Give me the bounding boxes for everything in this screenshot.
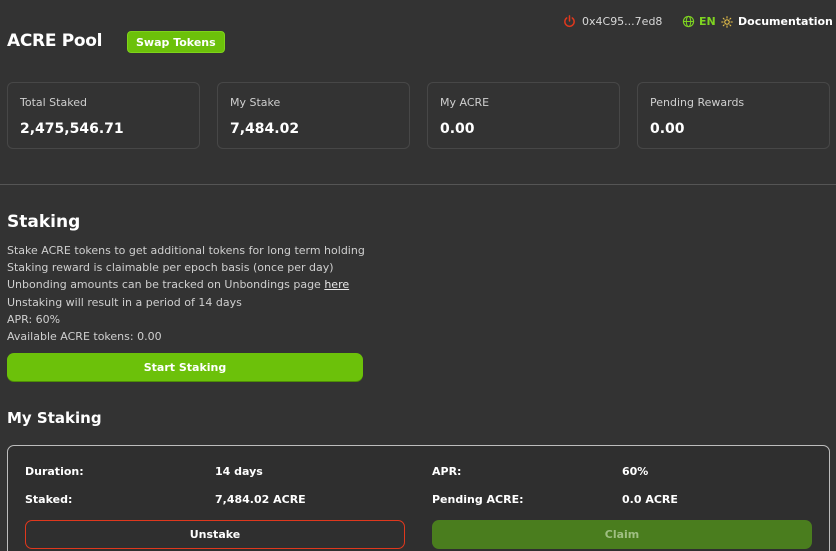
unbondings-here-link[interactable]: here [324, 278, 349, 291]
app-title: ACRE Pool [7, 31, 103, 51]
documentation-label: Documentation [738, 15, 833, 28]
apr-value: 60% [622, 465, 649, 478]
section-divider [0, 184, 836, 185]
stat-label: My Stake [230, 96, 281, 109]
staking-info-line: Unbonding amounts can be tracked on Unbo… [7, 276, 365, 293]
wallet-connect-button[interactable]: 0x4C95...7ed8 [563, 15, 662, 28]
apr-label: APR: [432, 465, 462, 478]
language-label: EN [699, 15, 716, 28]
staking-info-line: Staking reward is claimable per epoch ba… [7, 261, 334, 275]
claim-button[interactable]: Claim [432, 520, 812, 549]
staking-title: Staking [7, 212, 81, 232]
duration-value: 14 days [215, 465, 263, 478]
duration-label: Duration: [25, 465, 84, 478]
stat-card-my-acre: My ACRE 0.00 [427, 82, 620, 149]
stat-card-total-staked: Total Staked 2,475,546.71 [7, 82, 200, 149]
unstake-button[interactable]: Unstake [25, 520, 405, 549]
language-selector[interactable]: EN [682, 15, 716, 28]
stat-value: 0.00 [440, 121, 475, 137]
sun-icon [721, 15, 733, 28]
staking-info-line: Available ACRE tokens: 0.00 [7, 330, 162, 344]
unbonding-text: Unbonding amounts can be tracked on Unbo… [7, 278, 325, 292]
start-staking-button[interactable]: Start Staking [7, 353, 363, 381]
my-staking-card: Duration: 14 days APR: 60% Staked: 7,484… [7, 445, 830, 551]
stat-value: 7,484.02 [230, 121, 300, 137]
staked-label: Staked: [25, 493, 73, 506]
staking-info-line: Unstaking will result in a period of 14 … [7, 295, 242, 309]
staking-info-line: Stake ACRE tokens to get additional toke… [7, 244, 365, 257]
stat-label: Total Staked [20, 96, 87, 109]
stat-label: Pending Rewards [650, 96, 745, 109]
globe-icon [682, 15, 695, 28]
documentation-link[interactable]: Documentation [721, 15, 833, 28]
pending-acre-value: 0.0 ACRE [622, 493, 678, 506]
header: ACRE Pool Swap Tokens 0x4C95...7ed8 EN D… [0, 0, 836, 70]
staking-description: Stake ACRE tokens to get additional toke… [7, 242, 365, 345]
wallet-address: 0x4C95...7ed8 [582, 15, 663, 28]
staking-info-line: APR: 60% [7, 312, 61, 326]
swap-tokens-button[interactable]: Swap Tokens [127, 31, 225, 53]
stat-card-my-stake: My Stake 7,484.02 [217, 82, 410, 149]
power-icon [564, 15, 575, 27]
stat-value: 0.00 [650, 121, 685, 137]
stat-label: My ACRE [440, 96, 490, 109]
staked-value: 7,484.02 ACRE [215, 493, 306, 506]
stat-value: 2,475,546.71 [20, 121, 124, 137]
pending-acre-label: Pending ACRE: [432, 493, 524, 506]
my-staking-title: My Staking [7, 409, 102, 427]
stat-card-pending-rewards: Pending Rewards 0.00 [637, 82, 830, 149]
